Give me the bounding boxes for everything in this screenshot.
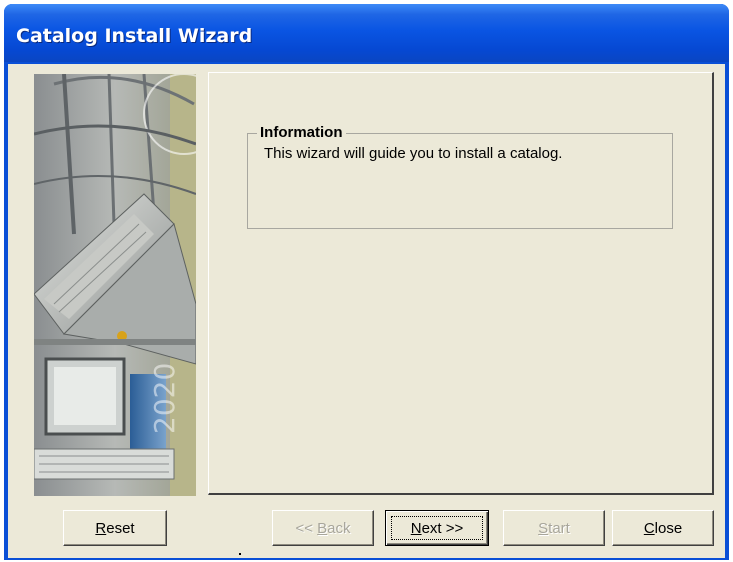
dialog-client-area: 2020 Information This wizard will guide …	[8, 64, 725, 558]
window-title: Catalog Install Wizard	[16, 25, 253, 47]
close-button[interactable]: Close	[612, 510, 714, 546]
wizard-side-illustration: 2020	[34, 74, 196, 496]
close-mnemonic: C	[643, 519, 655, 537]
back-label: ack	[327, 519, 351, 537]
reset-label: eset	[106, 519, 135, 537]
next-label: ext >>	[421, 519, 464, 537]
information-text: This wizard will guide you to install a …	[264, 145, 563, 162]
close-label: lose	[654, 519, 683, 537]
start-button[interactable]: Start	[503, 510, 605, 546]
start-label: tart	[548, 519, 570, 537]
reset-button[interactable]: Reset	[63, 510, 167, 546]
wizard-content-panel: Information This wizard will guide you t…	[208, 72, 714, 495]
svg-text:2020: 2020	[148, 363, 181, 434]
back-mnemonic: B	[317, 519, 328, 537]
wizard-window: Catalog Install Wizard 2020 Information …	[4, 4, 729, 560]
back-prefix: <<	[295, 519, 318, 537]
next-button[interactable]: Next >>	[385, 510, 489, 546]
reset-mnemonic: R	[95, 519, 107, 537]
title-bar[interactable]: Catalog Install Wizard	[4, 4, 729, 62]
back-button[interactable]: << Back	[272, 510, 374, 546]
divider-mark	[239, 553, 241, 555]
next-mnemonic: N	[410, 519, 422, 537]
start-mnemonic: S	[538, 519, 549, 537]
information-groupbox: Information This wizard will guide you t…	[247, 124, 673, 229]
information-groupbox-title: Information	[257, 124, 346, 141]
